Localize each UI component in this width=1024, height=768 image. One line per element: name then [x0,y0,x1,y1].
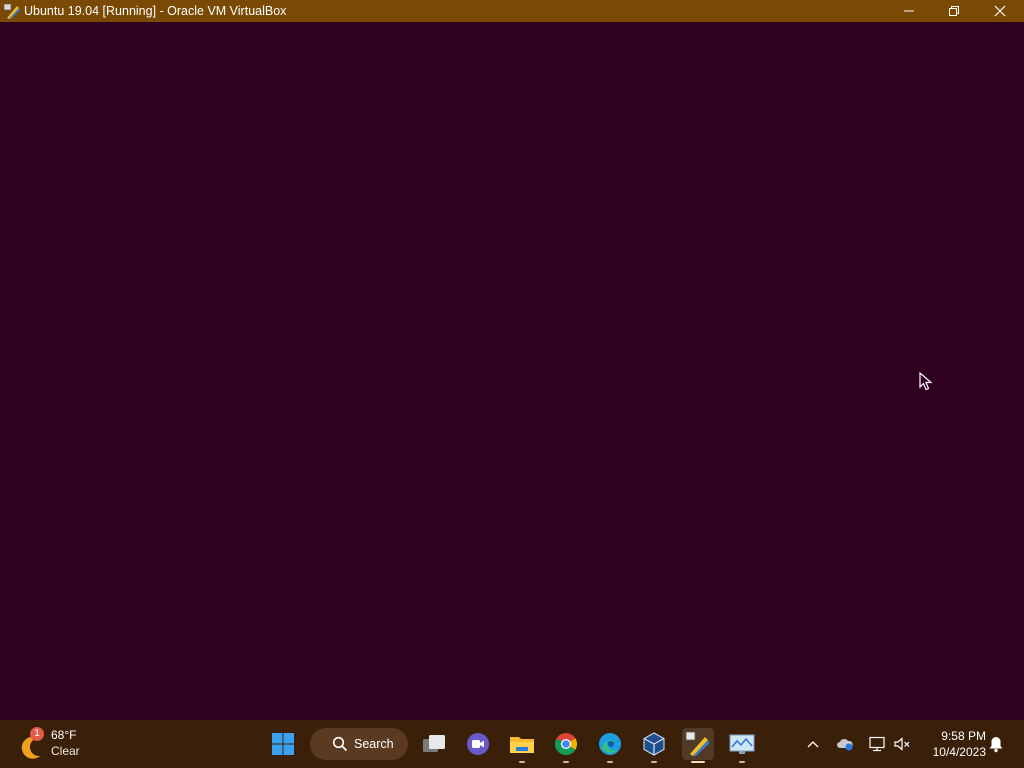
window-titlebar[interactable]: Ubuntu 19.04 [Running] - Oracle VM Virtu… [0,0,1024,22]
running-indicator [691,761,705,763]
running-indicator [651,761,657,763]
show-hidden-icons-button[interactable] [801,732,825,756]
running-indicator [563,761,569,763]
chrome-icon [555,733,577,755]
virtualbox-vm-icon [685,731,710,756]
folder-icon [510,737,534,753]
virtualbox-button[interactable] [638,728,670,763]
file-explorer-button[interactable] [506,728,538,763]
volume-muted-icon [894,737,910,751]
virtualbox-icon [643,732,665,756]
clock[interactable]: 9:58 PM 10/4/2023 [918,728,986,760]
taskbar: 1 68°F Clear Search 9:58 PM 10/4/2023 [0,720,1024,768]
edge-icon [599,733,621,755]
bell-icon [989,737,1003,753]
chevron-up-icon [807,741,819,748]
taskbar-search[interactable]: Search [310,728,408,760]
vm-display[interactable] [0,22,1024,720]
close-icon [994,5,1005,17]
edge-button[interactable] [594,728,626,763]
running-indicator [607,761,613,763]
weather-condition: Clear [51,744,80,758]
monitor-chart-icon [729,734,755,754]
network-tray-button[interactable] [865,732,889,756]
clock-time: 9:58 PM [941,729,986,743]
running-indicator [519,761,525,763]
mouse-cursor-icon [919,372,933,391]
minimize-button[interactable] [886,0,931,22]
meet-button[interactable] [462,728,494,760]
running-indicator [739,761,745,763]
window-title: Ubuntu 19.04 [Running] - Oracle VM Virtu… [24,4,287,18]
onedrive-tray-button[interactable] [833,732,857,756]
weather-temperature: 68°F [51,728,77,742]
performance-monitor-button[interactable] [726,728,758,763]
weather-badge: 1 [30,727,44,741]
volume-tray-button[interactable] [890,732,914,756]
windows-start-icon [272,733,294,755]
video-call-icon [467,733,489,755]
start-button[interactable] [267,728,299,760]
restore-icon [948,6,959,16]
weather-widget[interactable]: 1 68°F Clear [18,726,98,762]
virtualbox-vm-icon [3,3,20,19]
onedrive-icon [837,738,853,751]
task-view-icon [423,735,445,752]
search-icon [332,736,348,752]
chrome-button[interactable] [550,728,582,763]
minimize-icon [903,10,914,12]
virtualbox-vm-button[interactable] [682,728,714,763]
network-icon [869,736,885,752]
close-button[interactable] [977,0,1022,22]
search-label: Search [354,737,394,751]
restore-button[interactable] [931,0,976,22]
notifications-button[interactable] [984,732,1008,756]
clock-date: 10/4/2023 [932,745,986,759]
task-view-button[interactable] [418,728,450,760]
